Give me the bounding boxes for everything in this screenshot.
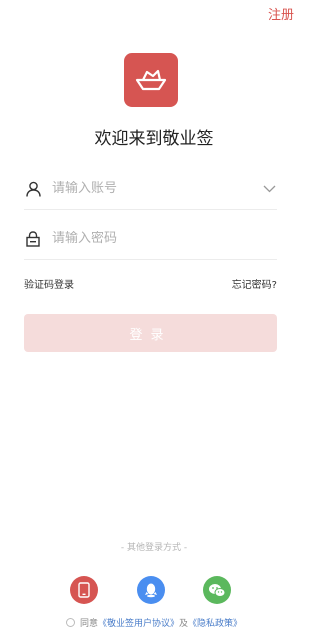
password-input[interactable] (52, 231, 277, 246)
forgot-password-link[interactable]: 忘记密码? (232, 276, 277, 291)
qq-icon (145, 583, 157, 598)
agreement-prefix: 同意 (79, 619, 98, 629)
account-field (24, 168, 277, 210)
user-icon (24, 180, 42, 198)
sms-login-link[interactable]: 验证码登录 (24, 276, 74, 291)
wechat-icon (209, 583, 226, 597)
user-agreement-link[interactable]: 《敬业签用户协议》 (98, 616, 179, 629)
login-button[interactable]: 登录 (24, 314, 277, 352)
phone-icon (78, 582, 90, 598)
register-link[interactable]: 注册 (268, 4, 294, 23)
password-field (24, 218, 277, 260)
boat-logo-icon (135, 69, 167, 91)
login-screen: 注册 欢迎来到敬业签 请输入账号 验证码登录 忘记密码? 登录 - 其他登录方式… (0, 0, 308, 640)
phone-login-button[interactable] (70, 576, 98, 604)
app-logo (124, 53, 178, 107)
qq-login-button[interactable] (137, 576, 165, 604)
welcome-title: 欢迎来到敬业签 (94, 129, 214, 149)
agree-radio[interactable] (65, 618, 75, 627)
login-options-row: 验证码登录 忘记密码? (24, 276, 277, 291)
other-login-title: - 其他登录方式 - (120, 543, 188, 553)
account-input[interactable] (52, 181, 261, 196)
agreement-conjunction: 及 (179, 619, 189, 629)
lock-icon (24, 230, 42, 248)
privacy-policy-link[interactable]: 《隐私政策》 (188, 616, 242, 629)
chevron-down-icon[interactable] (261, 181, 277, 197)
wechat-login-button[interactable] (203, 576, 231, 604)
agreement-row: 同意 《敬业签用户协议》 及 《隐私政策》 (0, 616, 308, 629)
